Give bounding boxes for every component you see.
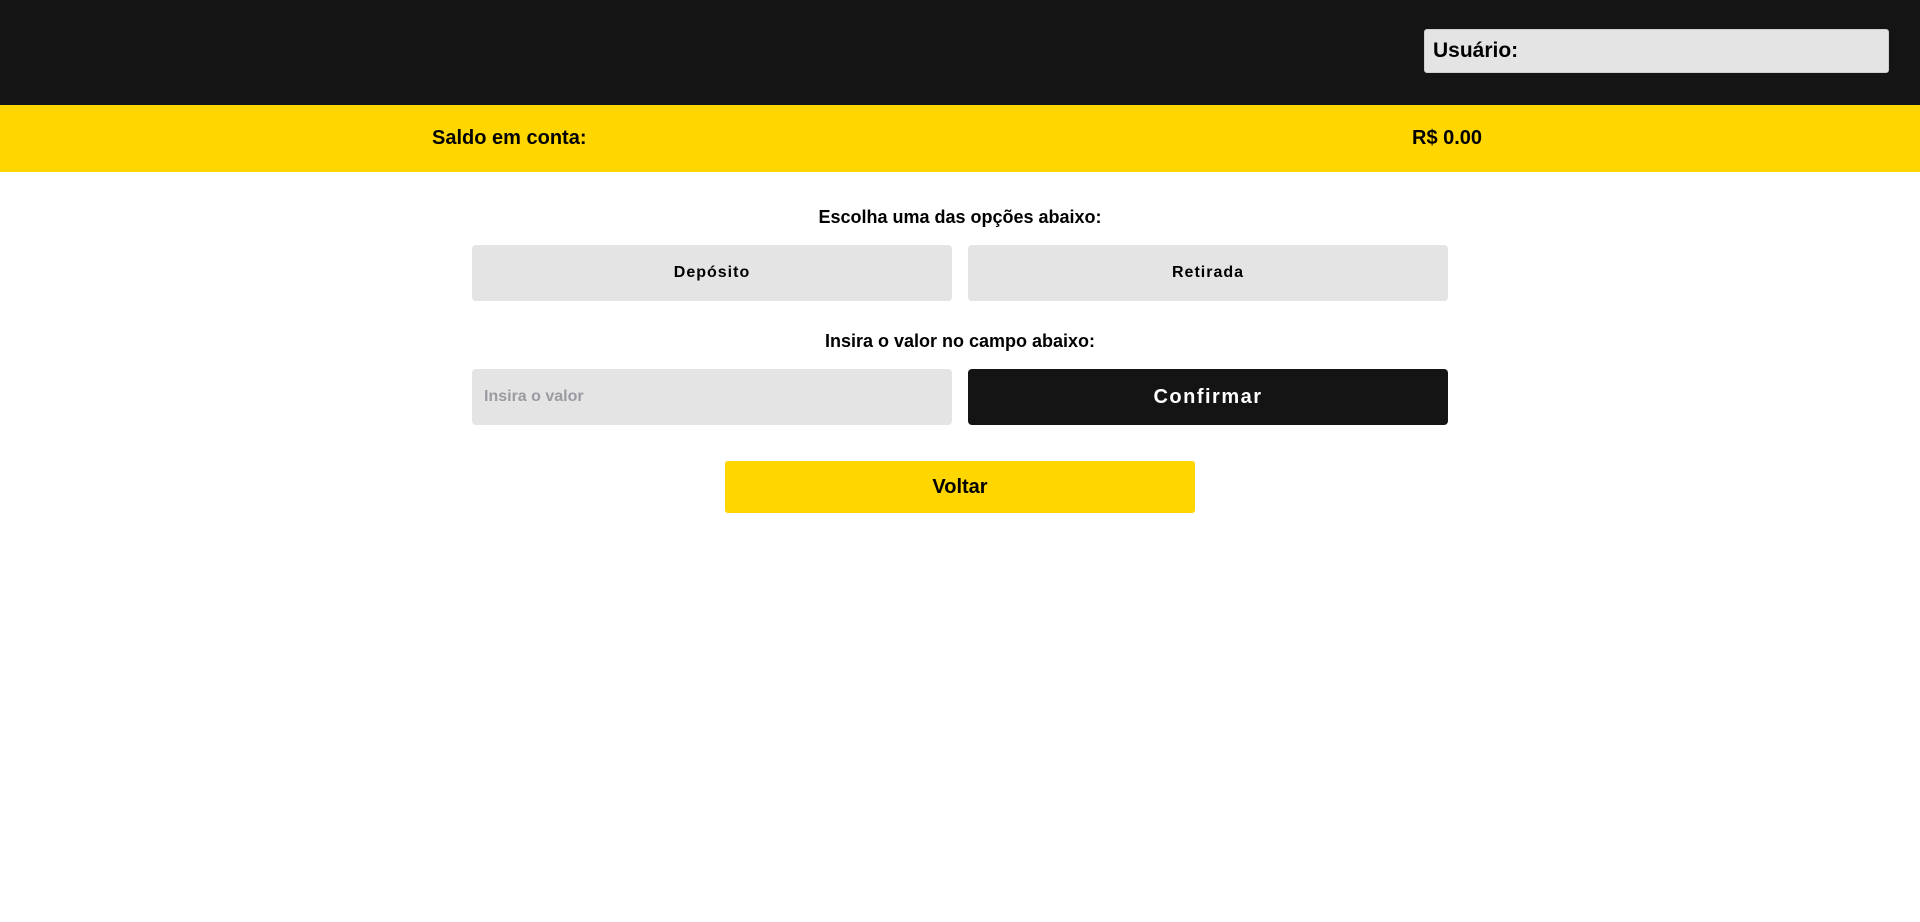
amount-prompt: Insira o valor no campo abaixo: xyxy=(824,331,1096,351)
withdraw-button[interactable]: Retirada xyxy=(968,245,1448,301)
balance-value: R$ 0.00 xyxy=(1412,127,1483,149)
confirm-button[interactable]: Confirmar xyxy=(968,369,1448,425)
balance-bar: Saldo em conta: R$ 0.00 xyxy=(0,105,1920,172)
user-label: Usuário: xyxy=(1433,39,1519,62)
user-field[interactable]: Usuário: xyxy=(1424,29,1889,73)
amount-input[interactable] xyxy=(472,369,952,425)
deposit-button[interactable]: Depósito xyxy=(472,245,952,301)
top-header: Usuário: xyxy=(0,0,1920,105)
operation-prompt: Escolha uma das opções abaixo: xyxy=(818,207,1102,227)
back-button[interactable]: Voltar xyxy=(725,461,1195,513)
balance-label: Saldo em conta: xyxy=(432,127,587,149)
